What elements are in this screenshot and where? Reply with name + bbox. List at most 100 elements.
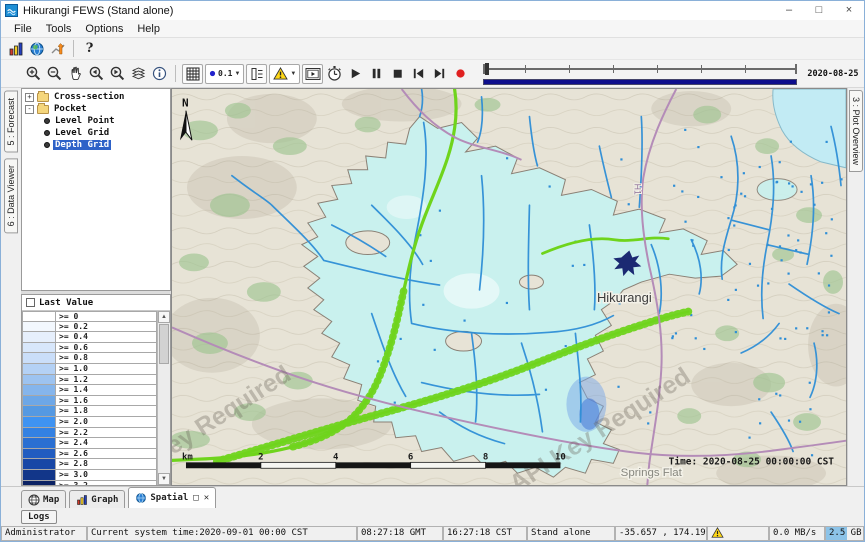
legend-color-swatch: [22, 459, 56, 470]
scroll-up-icon[interactable]: ▲: [158, 311, 170, 323]
legend-color-swatch: [22, 438, 56, 449]
legend-row[interactable]: >= 0.6: [22, 343, 157, 354]
zoom-in-button[interactable]: [23, 64, 44, 84]
spatial-toolbar: 0.1 ▼ ▼: [1, 60, 864, 88]
tab-spatial[interactable]: Spatial □ ✕: [128, 487, 216, 508]
scale-unit-label: km: [182, 452, 193, 462]
tab-forecast[interactable]: 5 : Forecast: [4, 91, 18, 153]
legend-row[interactable]: >= 2.8: [22, 459, 157, 470]
node-bullet-icon: [44, 142, 50, 148]
stop-button[interactable]: [387, 64, 408, 84]
maximize-button[interactable]: □: [804, 1, 834, 20]
minimize-button[interactable]: –: [774, 1, 804, 20]
main-area: 5 : Forecast 6 : Data Viewer + Cross-sec…: [1, 88, 864, 486]
menu-help[interactable]: Help: [130, 23, 167, 35]
tree-item-cross-section[interactable]: + Cross-section: [22, 91, 170, 103]
toolbar-separator: [73, 40, 74, 57]
tree-item-label: Level Grid: [53, 128, 111, 138]
play-button[interactable]: [345, 64, 366, 84]
zoom-previous-button[interactable]: [86, 64, 107, 84]
menu-tools[interactable]: Tools: [39, 23, 79, 35]
step-forward-button[interactable]: [429, 64, 450, 84]
legend-row[interactable]: >= 0.8: [22, 353, 157, 364]
legend-row[interactable]: >= 3.0: [22, 470, 157, 481]
tab-map[interactable]: Map: [21, 490, 66, 508]
legend-scrollbar[interactable]: ▲ ▼: [157, 311, 170, 485]
expand-icon[interactable]: +: [25, 93, 34, 102]
legend-row[interactable]: >= 0: [22, 311, 157, 322]
legend-threshold-label: >= 2.8: [56, 459, 157, 470]
status-local-time: 16:27:18 CST: [443, 526, 527, 541]
legend-row[interactable]: >= 1.0: [22, 364, 157, 375]
legend-threshold-label: >= 2.6: [56, 449, 157, 460]
pan-button[interactable]: [65, 64, 86, 84]
tree-item-label: Cross-section: [52, 92, 126, 102]
panel-close-icon[interactable]: ✕: [204, 493, 209, 503]
tab-data-viewer[interactable]: 6 : Data Viewer: [4, 158, 18, 233]
tree-item-pocket[interactable]: - Pocket: [22, 103, 170, 115]
legend-threshold-label: >= 2.4: [56, 438, 157, 449]
legend-row[interactable]: >= 2.0: [22, 417, 157, 428]
map-display-button[interactable]: [26, 39, 47, 59]
legend-panel: Last Value >= 0 >= 0.2 >= 0.4 >= 0.6 >= …: [21, 294, 171, 486]
status-warning-cell[interactable]: [707, 526, 769, 541]
north-label: N: [182, 97, 189, 110]
app-window: Hikurangi FEWS (Stand alone) – □ × File …: [0, 0, 865, 542]
legend-row[interactable]: >= 1.4: [22, 385, 157, 396]
close-button[interactable]: ×: [834, 1, 864, 20]
info-button[interactable]: [149, 64, 170, 84]
tree-item-depth-grid[interactable]: Depth Grid: [22, 139, 170, 151]
slider-tick: [701, 65, 702, 73]
legend-row[interactable]: >= 2.4: [22, 438, 157, 449]
menu-options[interactable]: Options: [78, 23, 130, 35]
zoom-out-button[interactable]: [44, 64, 65, 84]
panel-maximize-icon[interactable]: □: [193, 493, 198, 503]
left-tab-strip: 5 : Forecast 6 : Data Viewer: [1, 88, 21, 486]
tree-item-level-point[interactable]: Level Point: [22, 115, 170, 127]
legend-row[interactable]: >= 0.2: [22, 322, 157, 333]
animation-dialog-button[interactable]: [302, 64, 323, 84]
title-bar: Hikurangi FEWS (Stand alone) – □ ×: [1, 1, 864, 20]
time-slider-handle[interactable]: [485, 63, 489, 75]
legend-threshold-label: >= 1.2: [56, 375, 157, 386]
tree-item-level-grid[interactable]: Level Grid: [22, 127, 170, 139]
last-value-checkbox[interactable]: [26, 298, 35, 307]
legend-row[interactable]: >= 1.8: [22, 406, 157, 417]
spatial-map-view[interactable]: API Key Required API Key Required Hikura…: [171, 88, 847, 486]
legend-threshold-label: >= 0: [56, 311, 157, 322]
legend-row[interactable]: >= 1.2: [22, 375, 157, 386]
label-display-button[interactable]: [246, 64, 267, 84]
database-viewer-button[interactable]: [5, 39, 26, 59]
animation-timer-button[interactable]: [324, 64, 345, 84]
legend-row[interactable]: >= 2.2: [22, 428, 157, 439]
timeseries-dialog-button[interactable]: [47, 39, 68, 59]
collapse-icon[interactable]: -: [25, 105, 34, 114]
time-slider[interactable]: [481, 62, 799, 86]
threshold-warning-dropdown[interactable]: ▼: [269, 64, 300, 84]
zoom-next-button[interactable]: [107, 64, 128, 84]
status-coordinates: -35.657 , 174.199: [615, 526, 707, 541]
legend-threshold-label: >= 2.0: [56, 417, 157, 428]
scrollbar-thumb[interactable]: [159, 324, 169, 364]
scale-tick-label: 8: [483, 452, 488, 462]
legend-row[interactable]: >= 1.6: [22, 396, 157, 407]
marker-size-dropdown[interactable]: 0.1 ▼: [205, 64, 244, 84]
layers-button[interactable]: [128, 64, 149, 84]
legend-row[interactable]: >= 0.4: [22, 332, 157, 343]
record-movie-button[interactable]: [450, 64, 471, 84]
legend-color-swatch: [22, 343, 56, 354]
menu-file[interactable]: File: [7, 23, 39, 35]
tab-plot-overview[interactable]: 3 : Plot Overview: [849, 90, 863, 172]
step-back-button[interactable]: [408, 64, 429, 84]
pause-button[interactable]: [366, 64, 387, 84]
legend-row[interactable]: >= 3.2: [22, 481, 157, 486]
scroll-down-icon[interactable]: ▼: [158, 473, 170, 485]
grid-display-button[interactable]: [182, 64, 203, 84]
tab-graph[interactable]: Graph: [69, 490, 125, 508]
legend-row[interactable]: >= 2.6: [22, 449, 157, 460]
map-time-label: Time: 2020-08-25 00:00:00 CST: [669, 456, 835, 467]
node-bullet-icon: [44, 118, 50, 124]
help-button[interactable]: ?: [79, 39, 100, 59]
logs-button[interactable]: Logs: [21, 510, 57, 524]
slider-tick: [657, 65, 658, 73]
